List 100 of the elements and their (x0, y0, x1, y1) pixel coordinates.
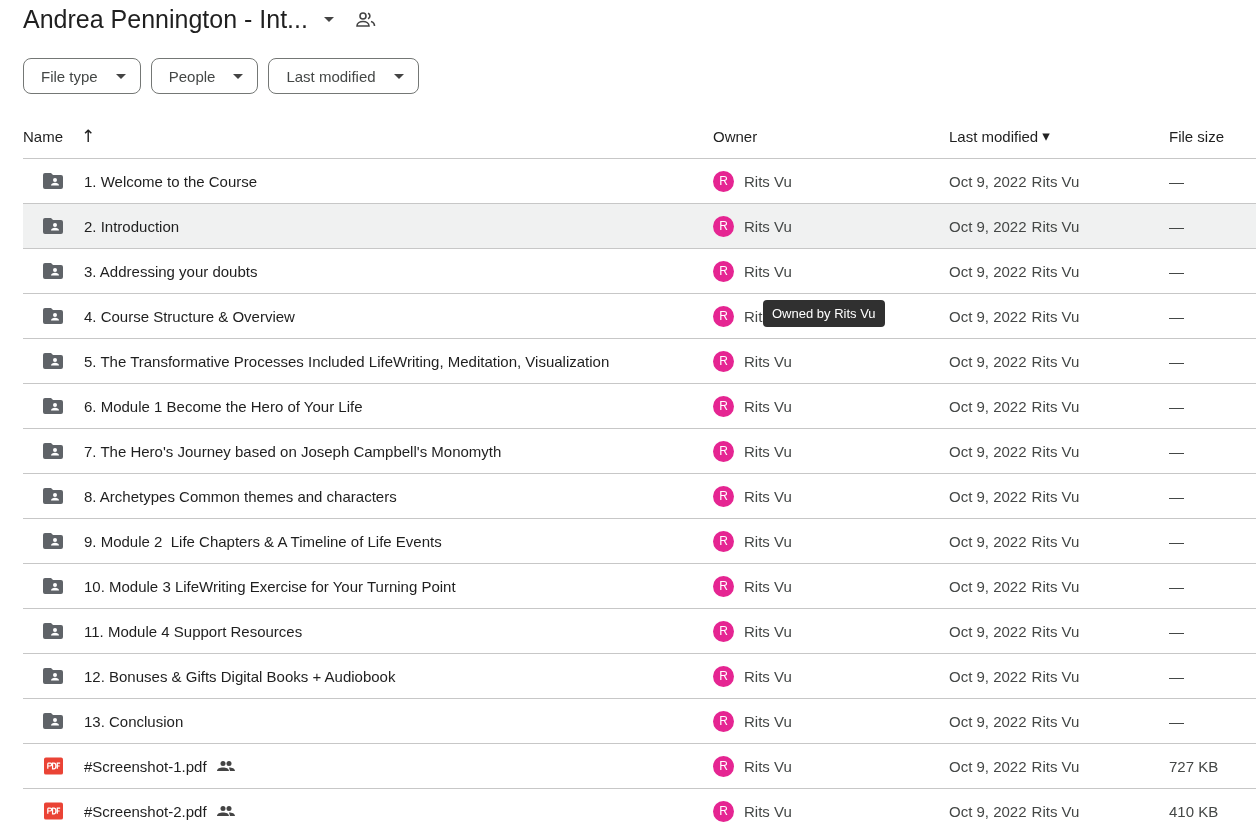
owner-name: Rits Vu (744, 667, 792, 685)
file-row[interactable]: 4. Course Structure & Overview R Rit Owned by Rits Vu Oct 9, 2022 Rits Vu — (23, 294, 1256, 339)
file-size: — (1169, 172, 1184, 190)
file-name[interactable]: #Screenshot-2.pdf (84, 802, 207, 820)
shared-folder-icon (43, 668, 63, 684)
modified-date: Oct 9, 2022 (949, 172, 1027, 190)
file-name[interactable]: 2. Introduction (84, 217, 180, 235)
file-row[interactable]: 10. Module 3 LifeWriting Exercise for Your Turning Point R Rits Vu Oct 9, 2022 Rits Vu — (23, 564, 1256, 609)
owner-avatar: R (713, 260, 734, 282)
modified-by: Rits Vu (1031, 712, 1080, 730)
modified-date: Oct 9, 2022 (949, 262, 1027, 280)
column-header[interactable]: Owner (713, 127, 758, 145)
owner-name: Rits Vu (744, 262, 792, 280)
file-name[interactable]: 5. The Transformative Processes Included LifeWriting, Meditation, Visualization (84, 352, 610, 370)
owner-avatar: R (713, 350, 734, 372)
owner-name: Rits Vu (744, 712, 792, 730)
file-row[interactable]: 9. Module 2 Life Chapters & A Timeline of Life Events R Rits Vu Oct 9, 2022 Rits Vu — (23, 519, 1256, 564)
owner-name: Rits Vu (744, 172, 792, 190)
owner-avatar: R (713, 665, 734, 687)
owner-name: Rits Vu (744, 217, 792, 235)
modified-by: Rits Vu (1031, 487, 1080, 505)
modified-date: Oct 9, 2022 (949, 487, 1027, 505)
file-row[interactable]: 13. Conclusion R Rits Vu Oct 9, 2022 Rits Vu — (23, 699, 1256, 744)
file-name[interactable]: 11. Module 4 Support Resources (84, 622, 303, 640)
file-row[interactable]: 8. Archetypes Common themes and characters R Rits Vu Oct 9, 2022 Rits Vu — (23, 474, 1256, 519)
modified-date: Oct 9, 2022 (949, 352, 1027, 370)
file-size: 410 KB (1169, 802, 1219, 820)
modified-by: Rits Vu (1031, 217, 1080, 235)
owner-avatar: R (713, 800, 734, 822)
file-name[interactable]: 13. Conclusion (84, 712, 184, 730)
modified-date: Oct 9, 2022 (949, 397, 1027, 415)
modified-date: Oct 9, 2022 (949, 757, 1027, 775)
file-row[interactable]: 2. Introduction R Rits Vu Oct 9, 2022 Rits Vu — (23, 204, 1256, 249)
file-row[interactable]: #Screenshot-2.pdf R Rits Vu Oct 9, 2022 Rits Vu 410 KB (23, 789, 1256, 824)
modified-by: Rits Vu (1031, 307, 1080, 325)
file-row[interactable]: 11. Module 4 Support Resources R Rits Vu Oct 9, 2022 Rits Vu — (23, 609, 1256, 654)
shared-people-icon[interactable] (355, 11, 376, 27)
file-size: — (1169, 712, 1184, 730)
owner-name: Rits Vu (744, 352, 792, 370)
file-name[interactable]: 12. Bonuses & Gifts Digital Books + Audiobook (84, 667, 396, 685)
owner-name: Rits Vu (744, 442, 792, 460)
file-name[interactable]: 10. Module 3 LifeWriting Exercise for Your Turning Point (84, 577, 456, 595)
file-size: — (1169, 622, 1184, 640)
owner-name: Rit (744, 307, 763, 325)
column-header[interactable]: Name (23, 127, 63, 145)
owner-avatar: R (713, 710, 734, 732)
file-name[interactable]: 4. Course Structure & Overview (84, 307, 295, 325)
file-size: — (1169, 667, 1184, 685)
owner-avatar: R (713, 755, 734, 777)
filter-dropdown[interactable]: File type (23, 58, 141, 94)
modified-date: Oct 9, 2022 (949, 667, 1027, 685)
modified-by: Rits Vu (1031, 622, 1080, 640)
owner-avatar: R (713, 530, 734, 552)
owner-avatar: R (713, 440, 734, 462)
shared-folder-icon (43, 263, 63, 279)
modified-date: Oct 9, 2022 (949, 712, 1027, 730)
owner-name: Rits Vu (744, 487, 792, 505)
owner-name: Rits Vu (744, 802, 792, 820)
shared-folder-icon (43, 488, 63, 504)
caret-icon[interactable] (323, 16, 334, 22)
owner-avatar: R (713, 575, 734, 597)
modified-by: Rits Vu (1031, 172, 1080, 190)
file-name[interactable]: 1. Welcome to the Course (84, 172, 258, 190)
file-size: — (1169, 577, 1184, 595)
owner-avatar: R (713, 215, 734, 237)
file-name[interactable]: 9. Module 2 Life Chapters & A Timeline of Life Events (84, 532, 442, 550)
file-name[interactable]: 3. Addressing your doubts (84, 262, 258, 280)
file-name[interactable]: #Screenshot-1.pdf (84, 757, 207, 775)
column-header[interactable]: File size (1169, 127, 1224, 145)
sort-arrow-icon[interactable]: ▾ (1042, 127, 1050, 145)
file-name[interactable]: 6. Module 1 Become the Hero of Your Life (84, 397, 363, 415)
caret-icon (115, 73, 126, 79)
shared-folder-icon (43, 218, 63, 234)
modified-date: Oct 9, 2022 (949, 442, 1027, 460)
file-row[interactable]: 12. Bonuses & Gifts Digital Books + Audiobook R Rits Vu Oct 9, 2022 Rits Vu — (23, 654, 1256, 699)
file-row[interactable]: 3. Addressing your doubts R Rits Vu Oct 9, 2022 Rits Vu — (23, 249, 1256, 294)
filter-dropdown[interactable]: Last modified (268, 58, 419, 94)
modified-date: Oct 9, 2022 (949, 307, 1027, 325)
file-row[interactable]: 6. Module 1 Become the Hero of Your Life R Rits Vu Oct 9, 2022 Rits Vu — (23, 384, 1256, 429)
modified-by: Rits Vu (1031, 352, 1080, 370)
shared-folder-icon (43, 308, 63, 324)
owner-avatar: R (713, 485, 734, 507)
file-row[interactable]: 7. The Hero's Journey based on Joseph Campbell's Monomyth R Rits Vu Oct 9, 2022 Rits Vu — (23, 429, 1256, 474)
owner-name: Rits Vu (744, 577, 792, 595)
file-row[interactable]: #Screenshot-1.pdf R Rits Vu Oct 9, 2022 Rits Vu 727 KB (23, 744, 1256, 789)
shared-folder-icon (43, 353, 63, 369)
pdf-icon (44, 757, 63, 775)
file-name[interactable]: 8. Archetypes Common themes and characters (84, 487, 397, 505)
file-size: — (1169, 307, 1184, 325)
filter-dropdown[interactable]: People (150, 58, 259, 94)
owner-avatar: R (713, 170, 734, 192)
file-row[interactable]: 5. The Transformative Processes Included LifeWriting, Meditation, Visualization R Rits Vu Oct 9, 2022 Rits Vu — (23, 339, 1256, 384)
owner-avatar: R (713, 620, 734, 642)
file-name[interactable]: 7. The Hero's Journey based on Joseph Campbell's Monomyth (84, 442, 502, 460)
column-header[interactable]: Last modified (949, 127, 1039, 145)
modified-date: Oct 9, 2022 (949, 577, 1027, 595)
sort-arrow-icon[interactable]: ↑ (81, 126, 96, 146)
owner-avatar: R (713, 395, 734, 417)
modified-date: Oct 9, 2022 (949, 622, 1027, 640)
shared-folder-icon (43, 713, 63, 729)
